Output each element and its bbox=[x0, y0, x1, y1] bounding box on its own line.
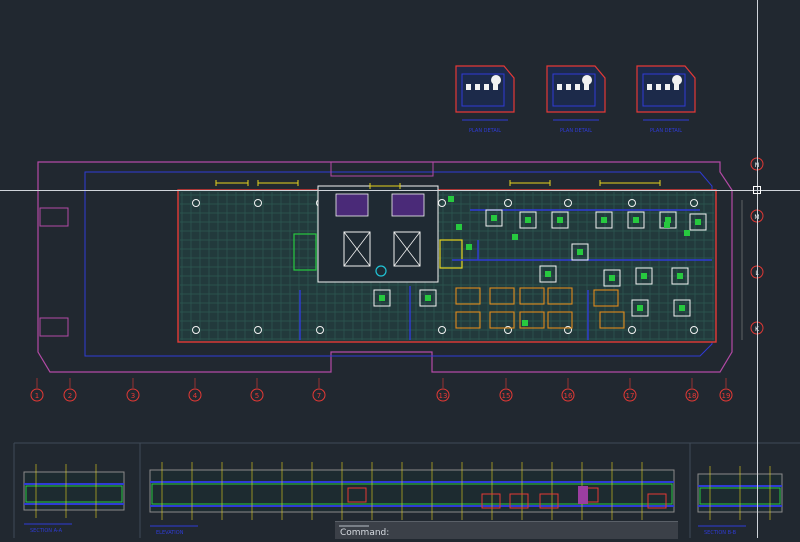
section-view: SECTION B-B bbox=[697, 466, 783, 536]
detail-furniture bbox=[665, 84, 670, 90]
grid-bubble-label: 19 bbox=[722, 392, 731, 400]
planter bbox=[456, 224, 462, 230]
grid-bubble-label: 4 bbox=[193, 392, 198, 400]
drawing-svg[interactable]: 123457131516171819NMLKPLAN DETAILPLAN DE… bbox=[0, 0, 800, 538]
detail-title: PLAN DETAIL bbox=[469, 128, 501, 134]
detail-furniture bbox=[484, 84, 489, 90]
grid-bubble-label: 13 bbox=[439, 392, 448, 400]
workstation-chair bbox=[425, 295, 431, 301]
detail-furniture bbox=[647, 84, 652, 90]
workstation-chair bbox=[577, 249, 583, 255]
detail-plan: PLAN DETAIL bbox=[455, 65, 515, 134]
workstation-chair bbox=[677, 273, 683, 279]
detail-plan: PLAN DETAIL bbox=[636, 65, 696, 134]
detail-furniture bbox=[566, 84, 571, 90]
workstation-chair bbox=[491, 215, 497, 221]
detail-furniture bbox=[557, 84, 562, 90]
grid-bubble-label: 5 bbox=[255, 392, 259, 400]
grid-bubble-label: 1 bbox=[35, 392, 39, 400]
grid-bubble-label: 3 bbox=[131, 392, 135, 400]
detail-title: PLAN DETAIL bbox=[650, 128, 682, 134]
restroom-block bbox=[391, 193, 425, 217]
grid-bubble-label: 17 bbox=[626, 392, 635, 400]
crosshair-cursor-icon bbox=[753, 186, 761, 194]
workstation-chair bbox=[379, 295, 385, 301]
workstation-chair bbox=[601, 217, 607, 223]
detail-plans: PLAN DETAIL PLAN DETAIL PLAN DETAIL bbox=[455, 65, 696, 134]
detail-furniture bbox=[466, 84, 471, 90]
grid-bubble-label: 16 bbox=[564, 392, 573, 400]
detail-fixture bbox=[491, 75, 501, 85]
detail-furniture bbox=[575, 84, 580, 90]
command-prompt: Command: bbox=[340, 528, 390, 538]
workstation-chair bbox=[641, 273, 647, 279]
grid-bubble-label: 18 bbox=[688, 392, 697, 400]
floor-plan bbox=[177, 180, 717, 343]
section-title: SECTION B-B bbox=[704, 530, 737, 536]
section-feature bbox=[578, 486, 588, 504]
detail-fixture bbox=[672, 75, 682, 85]
workstation-chair bbox=[637, 305, 643, 311]
planter bbox=[448, 196, 454, 202]
workstation-chair bbox=[557, 217, 563, 223]
grid-bubble-label: 15 bbox=[502, 392, 511, 400]
planter bbox=[512, 234, 518, 240]
planter bbox=[664, 222, 670, 228]
crosshair-horizontal bbox=[0, 190, 800, 191]
side-room-box bbox=[39, 207, 69, 227]
detail-furniture bbox=[656, 84, 661, 90]
command-grip-handle[interactable] bbox=[339, 525, 369, 527]
grid-bubble-label: 7 bbox=[317, 392, 321, 400]
restroom-block bbox=[335, 193, 369, 217]
building-core bbox=[293, 185, 463, 283]
detail-plan: PLAN DETAIL bbox=[546, 65, 606, 134]
planter bbox=[684, 230, 690, 236]
workstation-chair bbox=[679, 305, 685, 311]
section-title: ELEVATION bbox=[156, 530, 184, 536]
command-line[interactable]: Command: bbox=[335, 521, 678, 539]
detail-fixture bbox=[582, 75, 592, 85]
workstation-chair bbox=[695, 219, 701, 225]
planter bbox=[466, 244, 472, 250]
detail-title: PLAN DETAIL bbox=[560, 128, 592, 134]
workstation-chair bbox=[609, 275, 615, 281]
crosshair-vertical bbox=[757, 0, 758, 538]
section-view: SECTION A-A bbox=[23, 464, 125, 534]
workstation-chair bbox=[525, 217, 531, 223]
workstation-chair bbox=[633, 217, 639, 223]
grid-bubble-label: 2 bbox=[68, 392, 72, 400]
side-room-box bbox=[39, 317, 69, 337]
planter bbox=[522, 320, 528, 326]
section-title: SECTION A-A bbox=[30, 528, 63, 534]
drawing-canvas[interactable]: 123457131516171819NMLKPLAN DETAILPLAN DE… bbox=[0, 0, 800, 538]
top-notch bbox=[330, 161, 434, 177]
detail-furniture bbox=[475, 84, 480, 90]
workstation-chair bbox=[545, 271, 551, 277]
